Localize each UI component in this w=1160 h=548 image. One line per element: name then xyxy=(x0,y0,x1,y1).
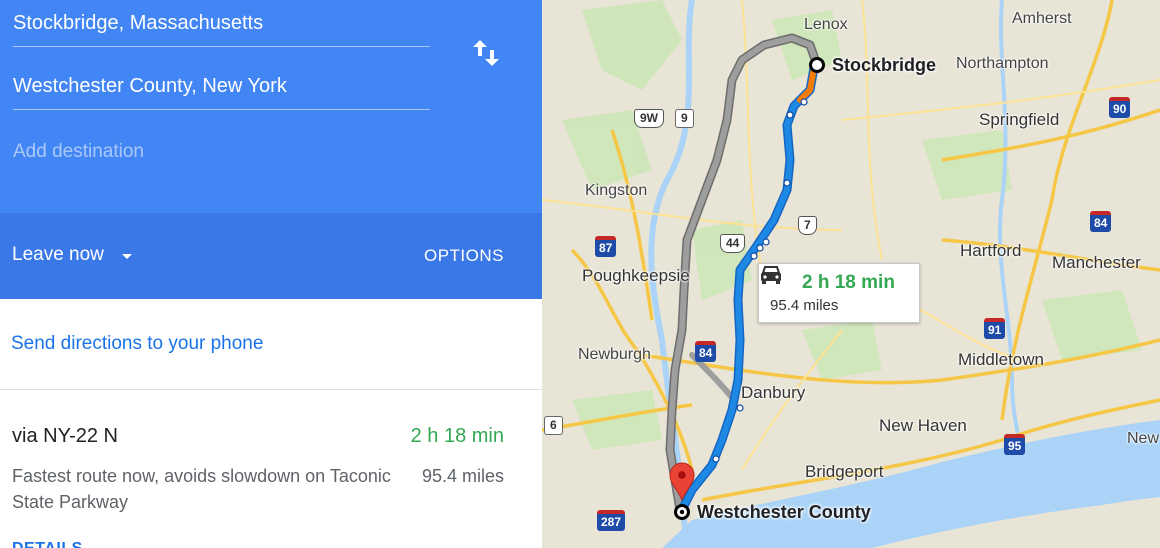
add-destination-input[interactable]: Add destination xyxy=(13,133,144,171)
place-label: Springfield xyxy=(979,110,1060,129)
send-directions-to-phone-link[interactable]: Send directions to your phone xyxy=(11,333,263,355)
callout-duration: 2 h 18 min xyxy=(802,272,895,293)
route-description: Fastest route now, avoids slowdown on Ta… xyxy=(12,466,391,512)
swap-vert-icon[interactable] xyxy=(470,36,502,70)
us-route-shield: 44 xyxy=(720,234,746,253)
state-route-shield: 6 xyxy=(544,416,563,435)
place-label: Lenox xyxy=(804,16,848,33)
leave-now-dropdown[interactable]: Leave now xyxy=(12,243,132,267)
interstate-shield: 87 xyxy=(595,236,617,257)
route-callout[interactable]: 2 h 18 min 95.4 miles xyxy=(758,263,920,323)
route-via: via NY-22 N xyxy=(12,425,118,447)
place-label: Hartford xyxy=(960,241,1022,260)
car-icon xyxy=(761,266,781,284)
route-option[interactable]: via NY-22 N 2 h 18 min Fastest route now… xyxy=(0,390,542,548)
destination-input[interactable]: Westchester County, New York xyxy=(13,65,430,107)
directions-header: Stockbridge, Massachusetts Westchester C… xyxy=(0,0,542,213)
departure-bar: Leave now OPTIONS xyxy=(0,213,542,299)
place-label: Amherst xyxy=(1012,10,1072,27)
origin-marker xyxy=(809,57,825,73)
interstate-shield: 84 xyxy=(695,341,717,362)
interstate-shield: 91 xyxy=(984,318,1006,339)
route-duration: 2 h 18 min xyxy=(410,425,504,447)
us-route-shield: 9W xyxy=(634,109,664,128)
place-label: Bridgeport xyxy=(805,462,884,481)
us-route-shield: 7 xyxy=(798,216,817,235)
place-label: New xyxy=(1127,430,1160,447)
options-button[interactable]: OPTIONS xyxy=(424,246,504,266)
interstate-shield: 90 xyxy=(1109,97,1131,118)
map-canvas[interactable]: Lenox Amherst Northampton Springfield Ki… xyxy=(542,0,1160,548)
start-location-input[interactable]: Stockbridge, Massachusetts xyxy=(13,2,430,44)
callout-distance: 95.4 miles xyxy=(770,297,839,314)
caret-down-icon xyxy=(121,253,132,259)
route-distance: 95.4 miles xyxy=(421,466,504,486)
state-route-shield: 9 xyxy=(675,109,694,128)
details-link[interactable]: DETAILS xyxy=(12,540,83,548)
place-label: New Haven xyxy=(879,416,967,435)
place-label: Newburgh xyxy=(578,346,651,363)
place-label: Middletown xyxy=(958,350,1044,369)
start-input-underline xyxy=(13,46,430,47)
destination-label: Westchester County xyxy=(697,502,871,522)
destination-input-underline xyxy=(13,109,430,110)
place-label: Manchester xyxy=(1052,253,1141,272)
interstate-shield: 95 xyxy=(1004,434,1026,455)
directions-panel: Stockbridge, Massachusetts Westchester C… xyxy=(0,0,542,548)
place-label: Poughkeepsie xyxy=(582,266,690,285)
place-label: Kingston xyxy=(585,182,648,199)
interstate-shield: 287 xyxy=(597,510,626,531)
place-label: Northampton xyxy=(956,55,1049,72)
place-label: Danbury xyxy=(741,383,806,402)
leave-now-label: Leave now xyxy=(12,244,104,265)
origin-label: Stockbridge xyxy=(832,55,937,75)
interstate-shield: 84 xyxy=(1090,211,1112,232)
